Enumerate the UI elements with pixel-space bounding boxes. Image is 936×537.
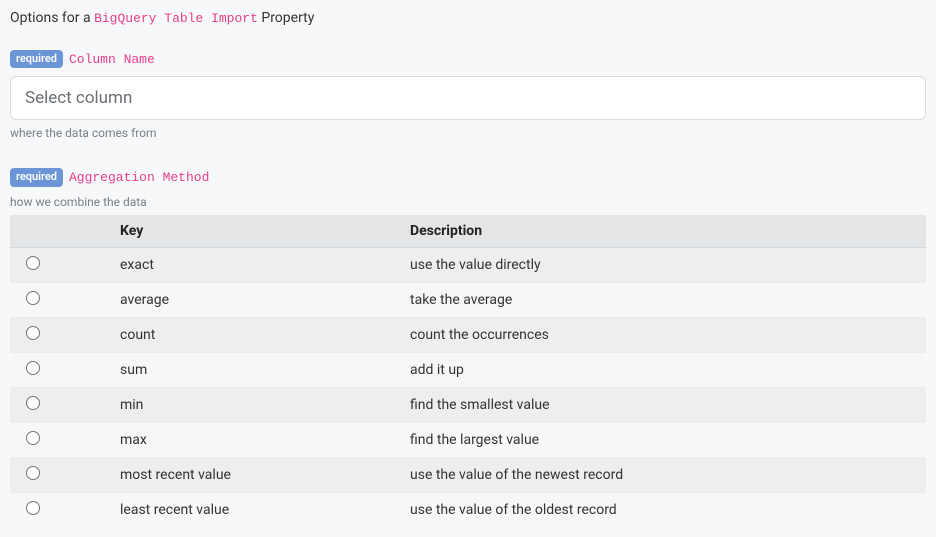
aggregation-radio[interactable] bbox=[26, 431, 40, 445]
aggregation-radio[interactable] bbox=[26, 466, 40, 480]
col-header-radio bbox=[10, 215, 110, 248]
required-badge: required bbox=[10, 50, 63, 68]
radio-cell bbox=[10, 492, 110, 527]
table-row: minfind the smallest value bbox=[10, 387, 926, 422]
aggregation-label-row: required Aggregation Method bbox=[10, 168, 926, 186]
table-row: exactuse the value directly bbox=[10, 247, 926, 282]
aggregation-description: use the value of the oldest record bbox=[400, 492, 926, 527]
col-header-description: Description bbox=[400, 215, 926, 248]
required-badge: required bbox=[10, 168, 63, 186]
table-row: most recent valueuse the value of the ne… bbox=[10, 457, 926, 492]
radio-cell bbox=[10, 387, 110, 422]
aggregation-description: find the largest value bbox=[400, 422, 926, 457]
radio-cell bbox=[10, 317, 110, 352]
column-name-label-row: required Column Name bbox=[10, 50, 926, 68]
column-name-label: Column Name bbox=[69, 52, 155, 67]
aggregation-radio[interactable] bbox=[26, 501, 40, 515]
aggregation-key: sum bbox=[110, 352, 400, 387]
radio-cell bbox=[10, 352, 110, 387]
title-prefix: Options for a bbox=[10, 10, 94, 26]
radio-cell bbox=[10, 457, 110, 492]
aggregation-key: min bbox=[110, 387, 400, 422]
aggregation-table: Key Description exactuse the value direc… bbox=[10, 215, 926, 527]
aggregation-label: Aggregation Method bbox=[69, 170, 209, 185]
aggregation-key: max bbox=[110, 422, 400, 457]
aggregation-key: average bbox=[110, 282, 400, 317]
column-help-text: where the data comes from bbox=[10, 126, 926, 140]
aggregation-description: use the value of the newest record bbox=[400, 457, 926, 492]
aggregation-key: exact bbox=[110, 247, 400, 282]
column-select[interactable]: Select column bbox=[10, 76, 926, 120]
col-header-key: Key bbox=[110, 215, 400, 248]
radio-cell bbox=[10, 422, 110, 457]
aggregation-description: take the average bbox=[400, 282, 926, 317]
aggregation-help-text: how we combine the data bbox=[10, 195, 926, 209]
aggregation-key: least recent value bbox=[110, 492, 400, 527]
column-select-placeholder: Select column bbox=[25, 88, 132, 108]
table-row: averagetake the average bbox=[10, 282, 926, 317]
aggregation-description: use the value directly bbox=[400, 247, 926, 282]
aggregation-radio[interactable] bbox=[26, 291, 40, 305]
page-title: Options for a BigQuery Table Import Prop… bbox=[10, 10, 926, 26]
aggregation-description: count the occurrences bbox=[400, 317, 926, 352]
aggregation-description: find the smallest value bbox=[400, 387, 926, 422]
source-name: BigQuery Table Import bbox=[94, 11, 258, 26]
table-row: countcount the occurrences bbox=[10, 317, 926, 352]
table-row: least recent valueuse the value of the o… bbox=[10, 492, 926, 527]
radio-cell bbox=[10, 247, 110, 282]
aggregation-description: add it up bbox=[400, 352, 926, 387]
table-row: sumadd it up bbox=[10, 352, 926, 387]
table-row: maxfind the largest value bbox=[10, 422, 926, 457]
title-suffix: Property bbox=[258, 10, 314, 26]
radio-cell bbox=[10, 282, 110, 317]
aggregation-key: most recent value bbox=[110, 457, 400, 492]
aggregation-radio[interactable] bbox=[26, 396, 40, 410]
aggregation-radio[interactable] bbox=[26, 256, 40, 270]
aggregation-radio[interactable] bbox=[26, 361, 40, 375]
aggregation-key: count bbox=[110, 317, 400, 352]
aggregation-radio[interactable] bbox=[26, 326, 40, 340]
